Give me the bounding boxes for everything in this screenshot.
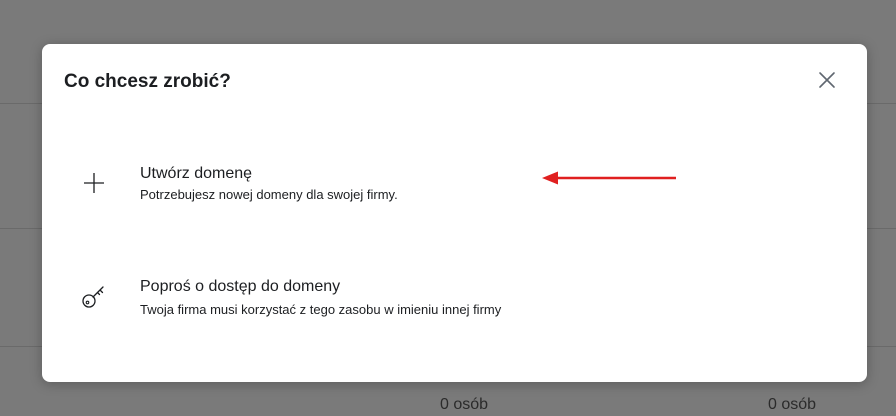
- option-title: Utwórz domenę: [140, 165, 253, 182]
- option-description: Potrzebujesz nowej domeny dla swojej fir…: [140, 187, 398, 202]
- close-icon: [819, 72, 835, 88]
- action-dialog: Co chcesz zrobić? Utwórz domenę Potrzebu…: [42, 44, 867, 382]
- close-button[interactable]: [815, 68, 839, 92]
- request-domain-access-option[interactable]: Poproś o dostęp do domeny Twoja firma mu…: [42, 252, 867, 332]
- table-cell-count: 0 osób: [440, 396, 489, 413]
- option-description: Twoja firma musi korzystać z tego zasobu…: [140, 302, 502, 317]
- create-domain-option[interactable]: Utwórz domenę Potrzebujesz nowej domeny …: [42, 139, 867, 219]
- option-title: Poproś o dostęp do domeny: [140, 278, 341, 295]
- key-icon: [82, 286, 104, 308]
- dialog-title: Co chcesz zrobić?: [64, 71, 231, 92]
- table-cell-count: 0 osób: [768, 396, 817, 413]
- plus-icon: [84, 173, 104, 193]
- annotation-arrow-icon: [542, 171, 676, 185]
